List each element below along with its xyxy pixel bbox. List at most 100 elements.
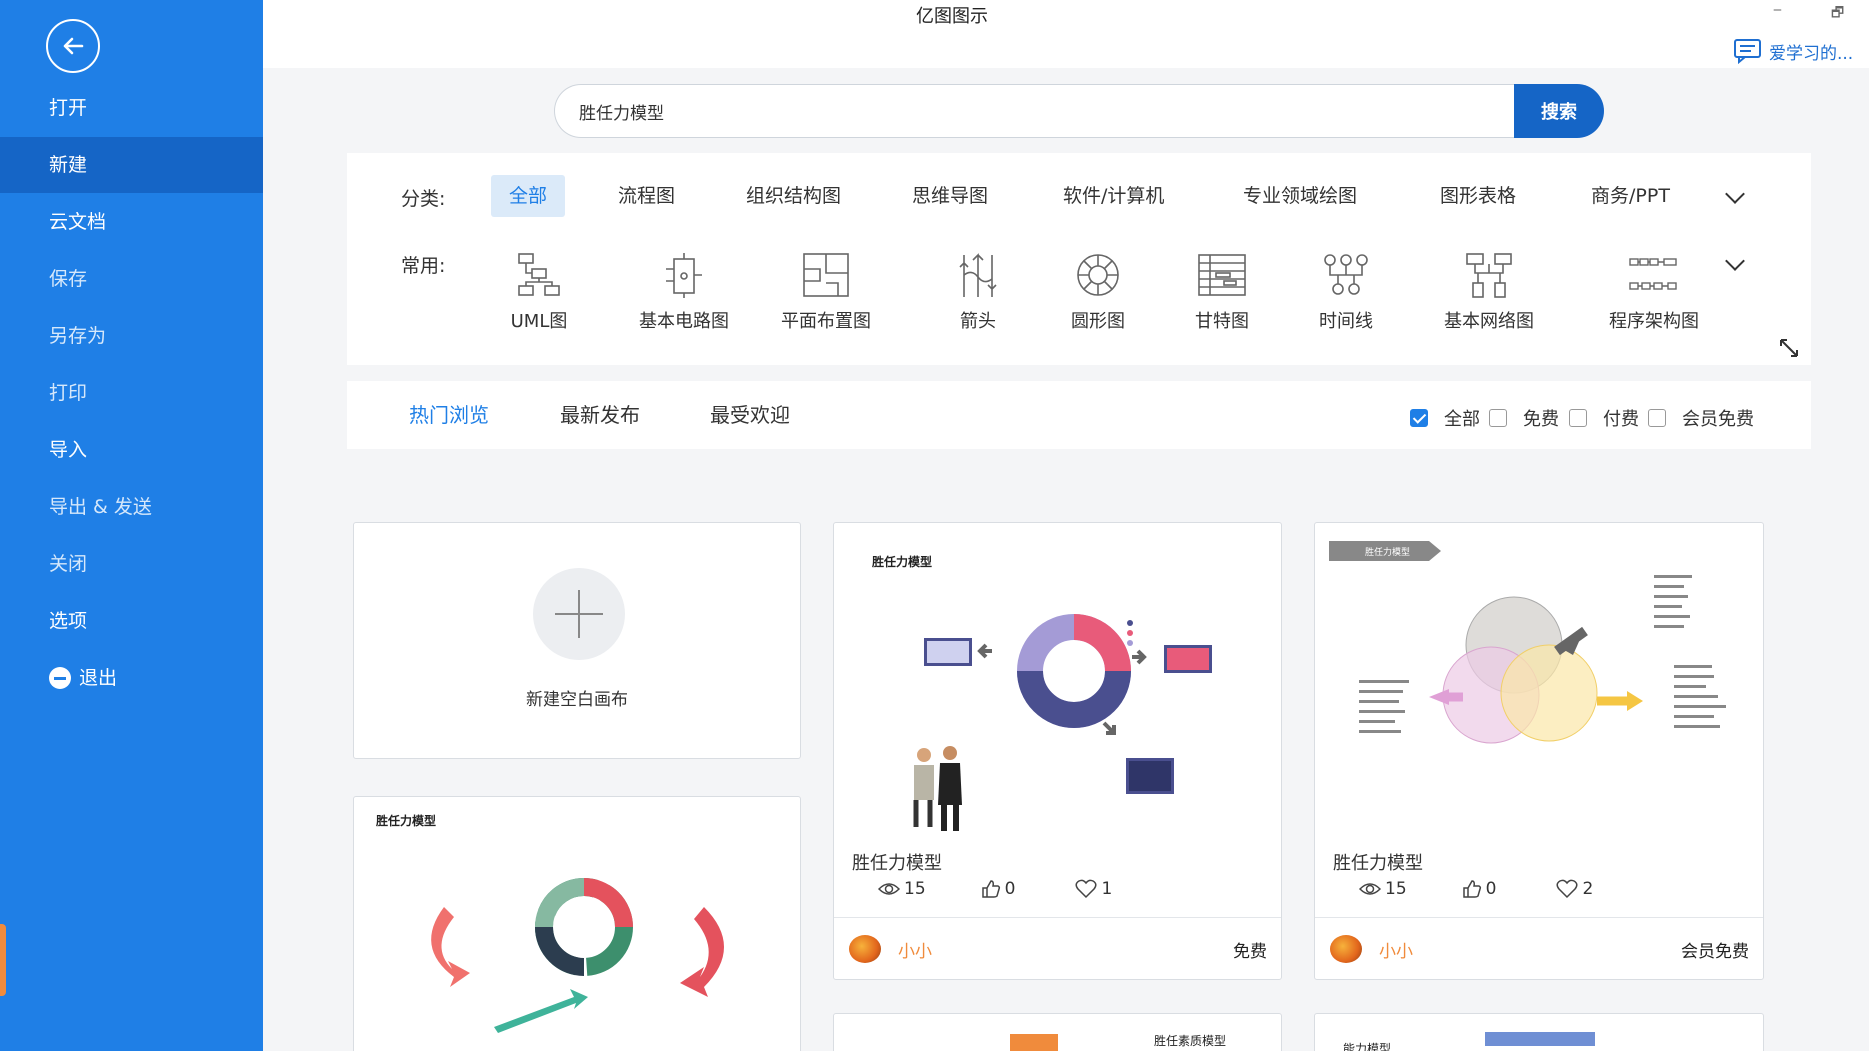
program-architecture-icon [1629,258,1677,290]
thumb-title: 能力模型 [1343,1042,1392,1051]
search-input[interactable] [554,84,1516,138]
plus-icon [533,568,625,660]
tab-most-popular[interactable]: 最受欢迎 [710,399,790,428]
tab-hot-browse[interactable]: 热门浏览 [409,399,489,428]
sidebar-item-close[interactable]: 关闭 [0,536,263,592]
circuit-icon [666,253,702,298]
common-item-circle-chart[interactable]: 圆形图 [1033,251,1163,333]
category-row-label: 分类: [401,188,446,210]
sidebar-item-print[interactable]: 打印 [0,365,263,421]
sidebar-item-cloud-docs[interactable]: 云文档 [0,194,263,250]
template-thumbnail [913,614,1212,831]
common-item-circuit[interactable]: 基本电路图 [619,251,749,333]
thumb-title: 胜任力模型 [872,555,933,569]
user-account[interactable]: 爱学习的... [1733,38,1853,64]
timeline-icon [1324,254,1368,295]
sidebar-item-exit[interactable]: 退出 [0,650,263,706]
sidebar-item-options[interactable]: 选项 [0,593,263,649]
thumb-header-block [1010,1034,1058,1051]
sidebar-item-import[interactable]: 导入 [0,422,263,478]
restore-button[interactable]: 🗗 [1831,2,1844,26]
sidebar-item-save-as[interactable]: 另存为 [0,308,263,364]
exit-icon [49,667,71,689]
category-tab-org-chart[interactable]: 组织结构图 [728,175,859,217]
sidebar-item-open[interactable]: 打开 [0,80,263,136]
window-title: 亿图图示 [916,6,988,27]
avatar [849,935,881,963]
common-item-network[interactable]: 基本网络图 [1424,251,1554,333]
likes-stat[interactable]: 0 [981,879,1016,899]
new-blank-canvas-card[interactable]: 新建空白画布 [353,522,801,759]
sidebar: 打开 新建 云文档 保存 另存为 打印 导入 导出 & 发送 关闭 选项 退出 [0,0,263,1051]
thumbs-up-icon [1462,880,1481,898]
filter-member-free-checkbox[interactable] [1648,409,1666,427]
category-tab-shapes-tables[interactable]: 图形表格 [1422,175,1534,217]
template-card[interactable]: 胜任力模型 胜任力模型 15 0 2 小小 会员免费 [1314,522,1764,980]
common-item-timeline[interactable]: 时间线 [1281,251,1411,333]
likes-stat[interactable]: 0 [1462,879,1496,899]
card-stats: 15 0 1 [878,879,1112,899]
search-button[interactable]: 搜索 [1514,84,1604,138]
category-tab-all[interactable]: 全部 [491,175,566,217]
category-tab-business-ppt[interactable]: 商务/PPT [1573,175,1688,217]
author-name[interactable]: 小小 [898,937,932,962]
filter-paid-checkbox[interactable] [1569,409,1587,427]
tab-latest[interactable]: 最新发布 [560,399,640,428]
category-tab-mind-map[interactable]: 思维导图 [894,175,1006,217]
common-row-label: 常用: [401,255,446,277]
user-name: 爱学习的... [1769,43,1854,64]
filter-free-label: 免费 [1523,409,1559,430]
favorites-count: 1 [1101,879,1113,899]
favorites-stat[interactable]: 2 [1556,879,1593,899]
common-item-label: 箭头 [960,311,996,332]
expand-icon[interactable] [1777,336,1801,360]
price-label: 会员免费 [1681,942,1749,962]
category-tab-flowchart[interactable]: 流程图 [600,175,693,217]
heart-icon [1075,879,1097,899]
price-label: 免费 [1233,942,1267,962]
common-item-uml[interactable]: UML图 [474,251,604,333]
eye-icon [1359,883,1381,895]
views-count: 15 [904,879,926,899]
filter-all-label: 全部 [1444,409,1480,430]
category-tab-professional[interactable]: 专业领域绘图 [1225,175,1375,217]
views-stat: 15 [1359,879,1407,899]
common-item-label: 程序架构图 [1609,311,1699,332]
heart-icon [1556,879,1578,899]
filter-member-free-label: 会员免费 [1682,409,1754,430]
floor-plan-icon [803,253,849,297]
template-thumbnail: 胜任力模型 [1329,541,1726,744]
sidebar-item-export-send[interactable]: 导出 & 发送 [0,479,263,535]
side-edge-tab[interactable] [0,924,6,996]
thumb-title: 胜任力模型 [376,814,437,828]
chevron-down-icon[interactable] [1725,251,1745,271]
views-count: 15 [1385,879,1407,899]
category-tab-software[interactable]: 软件/计算机 [1045,175,1182,217]
network-icon [1466,253,1512,298]
template-card[interactable]: 胜任素质模型 [833,1013,1282,1051]
filter-all-checkbox[interactable] [1410,409,1428,427]
message-icon [1734,39,1761,64]
new-blank-label: 新建空白画布 [526,690,628,710]
common-item-arrows[interactable]: 箭头 [913,251,1043,333]
template-card[interactable]: 胜任力模型 [353,796,801,1051]
template-card[interactable]: 胜任力模型 胜任力模型 15 0 1 小小 免费 [833,522,1282,980]
title-bar: 亿图图示 ‒ 🗗 爱学习的... [263,0,1869,68]
chevron-down-icon[interactable] [1725,184,1745,204]
likes-count: 0 [1004,879,1016,899]
common-item-program-architecture[interactable]: 程序架构图 [1589,251,1719,333]
sidebar-item-save[interactable]: 保存 [0,251,263,307]
author-name[interactable]: 小小 [1379,937,1413,962]
svg-text:胜任力模型: 胜任力模型 [1365,546,1410,558]
filter-free-checkbox[interactable] [1489,409,1507,427]
card-footer: 小小 免费 [834,917,1281,979]
uml-icon [518,253,560,296]
minimize-button[interactable]: ‒ [1773,2,1782,18]
common-item-gantt[interactable]: 甘特图 [1157,251,1287,333]
favorites-stat[interactable]: 1 [1075,879,1112,899]
common-item-floor-plan[interactable]: 平面布置图 [761,251,891,333]
back-arrow-icon[interactable] [46,19,100,73]
sidebar-item-new[interactable]: 新建 [0,137,263,193]
filter-bar: 热门浏览 最新发布 最受欢迎 全部 免费 付费 会员免费 [347,381,1811,449]
template-card[interactable]: 能力模型 [1314,1013,1764,1051]
